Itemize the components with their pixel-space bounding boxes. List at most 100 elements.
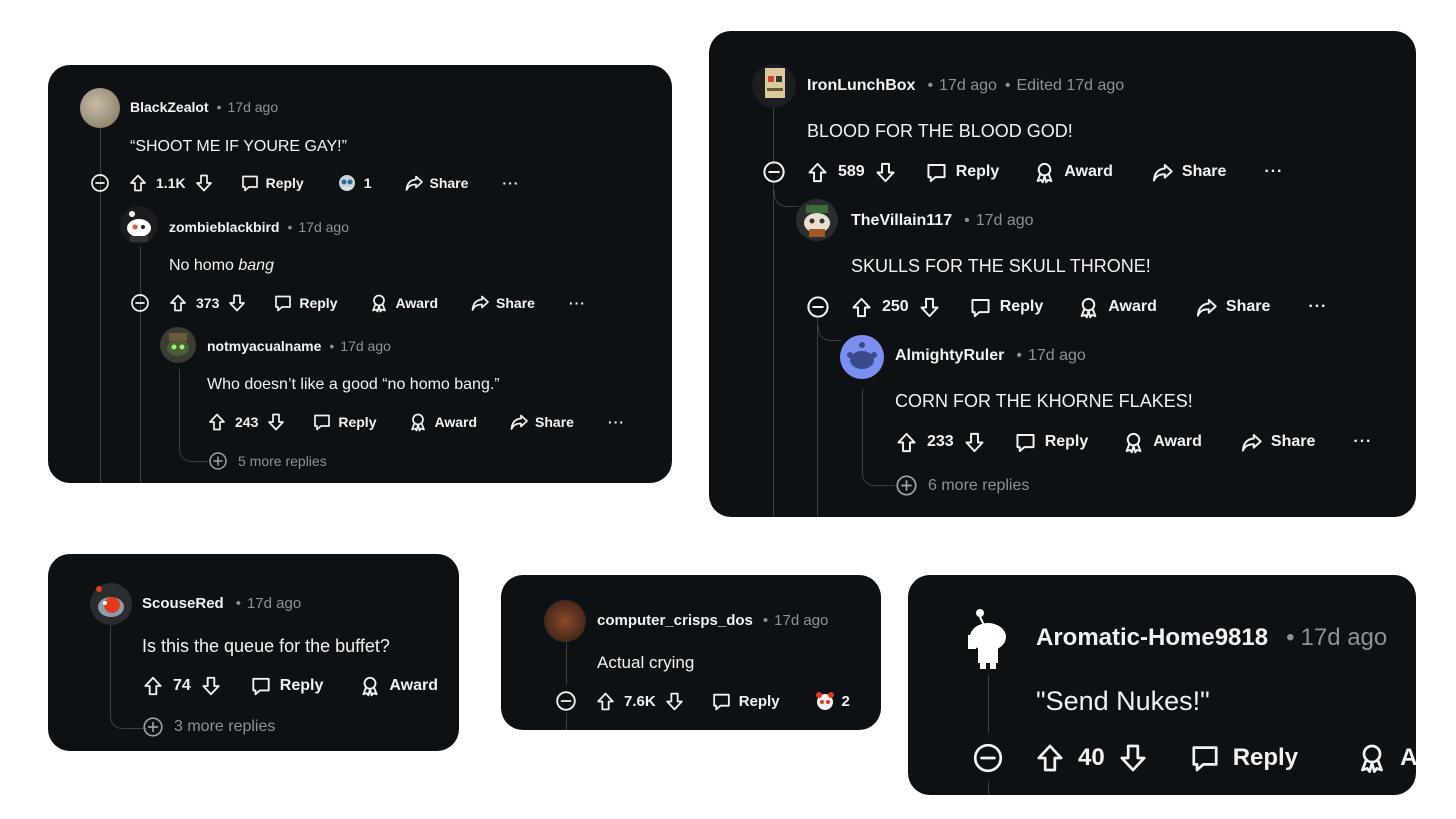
award-button[interactable]: Award	[359, 675, 438, 697]
timestamp[interactable]: 17d ago	[1286, 624, 1388, 652]
more-options-button[interactable]: ···	[1264, 163, 1283, 181]
reply-button[interactable]: Reply	[925, 161, 999, 184]
award-button[interactable]: Award	[1122, 431, 1202, 454]
downvote-icon[interactable]	[664, 691, 685, 712]
username[interactable]: Aromatic-Home9818	[1036, 624, 1268, 652]
upvote-icon[interactable]	[850, 296, 873, 319]
reply-button[interactable]: Reply	[312, 412, 376, 432]
downvote-icon[interactable]	[200, 675, 222, 697]
downvote-icon[interactable]	[874, 161, 897, 184]
downvote-icon[interactable]	[918, 296, 941, 319]
more-replies-link[interactable]: 6 more replies	[895, 474, 1029, 497]
more-replies-link[interactable]: 3 more replies	[142, 716, 275, 738]
upvote-icon[interactable]	[595, 691, 616, 712]
avatar[interactable]	[796, 199, 838, 241]
reply-button[interactable]: Reply	[711, 691, 780, 712]
award-button[interactable]: A	[1356, 742, 1416, 774]
timestamp[interactable]: 17d ago	[236, 595, 301, 612]
collapse-icon[interactable]	[762, 160, 786, 184]
comment-header: ScouseRed 17d ago	[142, 595, 301, 612]
award-button[interactable]: Award	[1077, 296, 1157, 319]
share-button[interactable]: Share	[470, 293, 535, 313]
thread-branch	[179, 369, 208, 462]
award-button[interactable]: Award	[408, 412, 477, 432]
share-icon	[1195, 296, 1218, 319]
collapse-icon[interactable]	[806, 295, 830, 319]
comment-header: computer_crisps_dos 17d ago	[597, 612, 828, 629]
upvote-icon[interactable]	[128, 173, 148, 193]
username[interactable]: notmyacualname	[207, 338, 321, 354]
username[interactable]: ScouseRed	[142, 595, 224, 612]
avatar[interactable]	[840, 335, 884, 379]
more-replies-label: 3 more replies	[174, 718, 276, 735]
upvote-icon[interactable]	[806, 161, 829, 184]
upvote-icon[interactable]	[895, 431, 918, 454]
username[interactable]: AlmightyRuler	[895, 347, 1004, 365]
timestamp[interactable]: 17d ago	[964, 212, 1034, 230]
more-options-button[interactable]: ···	[502, 175, 519, 191]
username[interactable]: BlackZealot	[130, 99, 209, 115]
award-button[interactable]: Award	[1033, 161, 1113, 184]
upvote-icon[interactable]	[168, 293, 188, 313]
downvote-icon[interactable]	[1117, 742, 1149, 774]
upvote-icon[interactable]	[1034, 742, 1066, 774]
reply-button[interactable]: Reply	[240, 173, 304, 193]
timestamp[interactable]: 17d ago	[287, 219, 349, 235]
username[interactable]: computer_crisps_dos	[597, 612, 753, 629]
username[interactable]: zombieblackbird	[169, 219, 279, 235]
share-button[interactable]: Share	[1195, 296, 1270, 319]
award-icon	[1122, 431, 1145, 454]
reply-button[interactable]: Reply	[250, 675, 323, 697]
award-button[interactable]: 1	[336, 173, 372, 193]
avatar[interactable]	[120, 206, 158, 244]
avatar[interactable]	[960, 607, 1016, 671]
avatar[interactable]	[80, 88, 120, 128]
expand-icon	[208, 451, 228, 471]
comment-text: Is this the queue for the buffet?	[142, 636, 390, 656]
award-label: Award	[434, 414, 478, 430]
more-options-button[interactable]: ···	[1353, 433, 1372, 451]
award-button[interactable]: Award	[369, 293, 438, 313]
reply-button[interactable]: Reply	[969, 296, 1043, 319]
share-icon	[404, 173, 424, 193]
timestamp[interactable]: 17d ago	[763, 612, 828, 629]
award-button[interactable]: 2	[814, 691, 850, 711]
downvote-icon[interactable]	[194, 173, 214, 193]
avatar[interactable]	[544, 600, 586, 642]
downvote-icon[interactable]	[266, 412, 286, 432]
more-replies-link[interactable]: 5 more replies	[208, 451, 327, 471]
timestamp[interactable]: 17d ago	[1016, 347, 1086, 365]
share-button[interactable]: Share	[1240, 431, 1315, 454]
upvote-icon[interactable]	[207, 412, 227, 432]
collapse-icon[interactable]	[555, 690, 577, 712]
snoo-avatar-icon	[127, 211, 151, 242]
share-label: Share	[429, 175, 469, 191]
timestamp[interactable]: 17d ago	[217, 99, 279, 115]
comment-text: No homo bang	[169, 257, 274, 275]
avatar[interactable]	[160, 327, 196, 363]
share-button[interactable]: Share	[404, 173, 469, 193]
share-button[interactable]: Share	[1151, 161, 1226, 184]
reply-button[interactable]: Reply	[1014, 431, 1088, 454]
avatar[interactable]	[752, 64, 796, 108]
share-button[interactable]: Share	[509, 412, 574, 432]
more-options-button[interactable]: ···	[1308, 298, 1327, 316]
upvote-icon[interactable]	[142, 675, 164, 697]
more-options-button[interactable]: ···	[608, 414, 625, 430]
username[interactable]: IronLunchBox	[807, 77, 915, 95]
timestamp[interactable]: 17d ago	[329, 338, 391, 354]
avatar[interactable]	[90, 583, 132, 625]
collapse-icon[interactable]	[90, 173, 110, 193]
collapse-icon[interactable]	[972, 742, 1004, 774]
reply-button[interactable]: Reply	[1189, 742, 1298, 774]
downvote-icon[interactable]	[227, 293, 247, 313]
downvote-icon[interactable]	[963, 431, 986, 454]
timestamp[interactable]: 17d ago	[927, 77, 997, 95]
reply-button[interactable]: Reply	[273, 293, 337, 313]
more-replies-label: 5 more replies	[238, 453, 327, 469]
username[interactable]: TheVillain117	[851, 212, 952, 230]
collapse-icon[interactable]	[130, 293, 150, 313]
reply-icon	[1014, 431, 1037, 454]
more-options-button[interactable]: ···	[569, 295, 586, 311]
share-icon	[509, 412, 529, 432]
